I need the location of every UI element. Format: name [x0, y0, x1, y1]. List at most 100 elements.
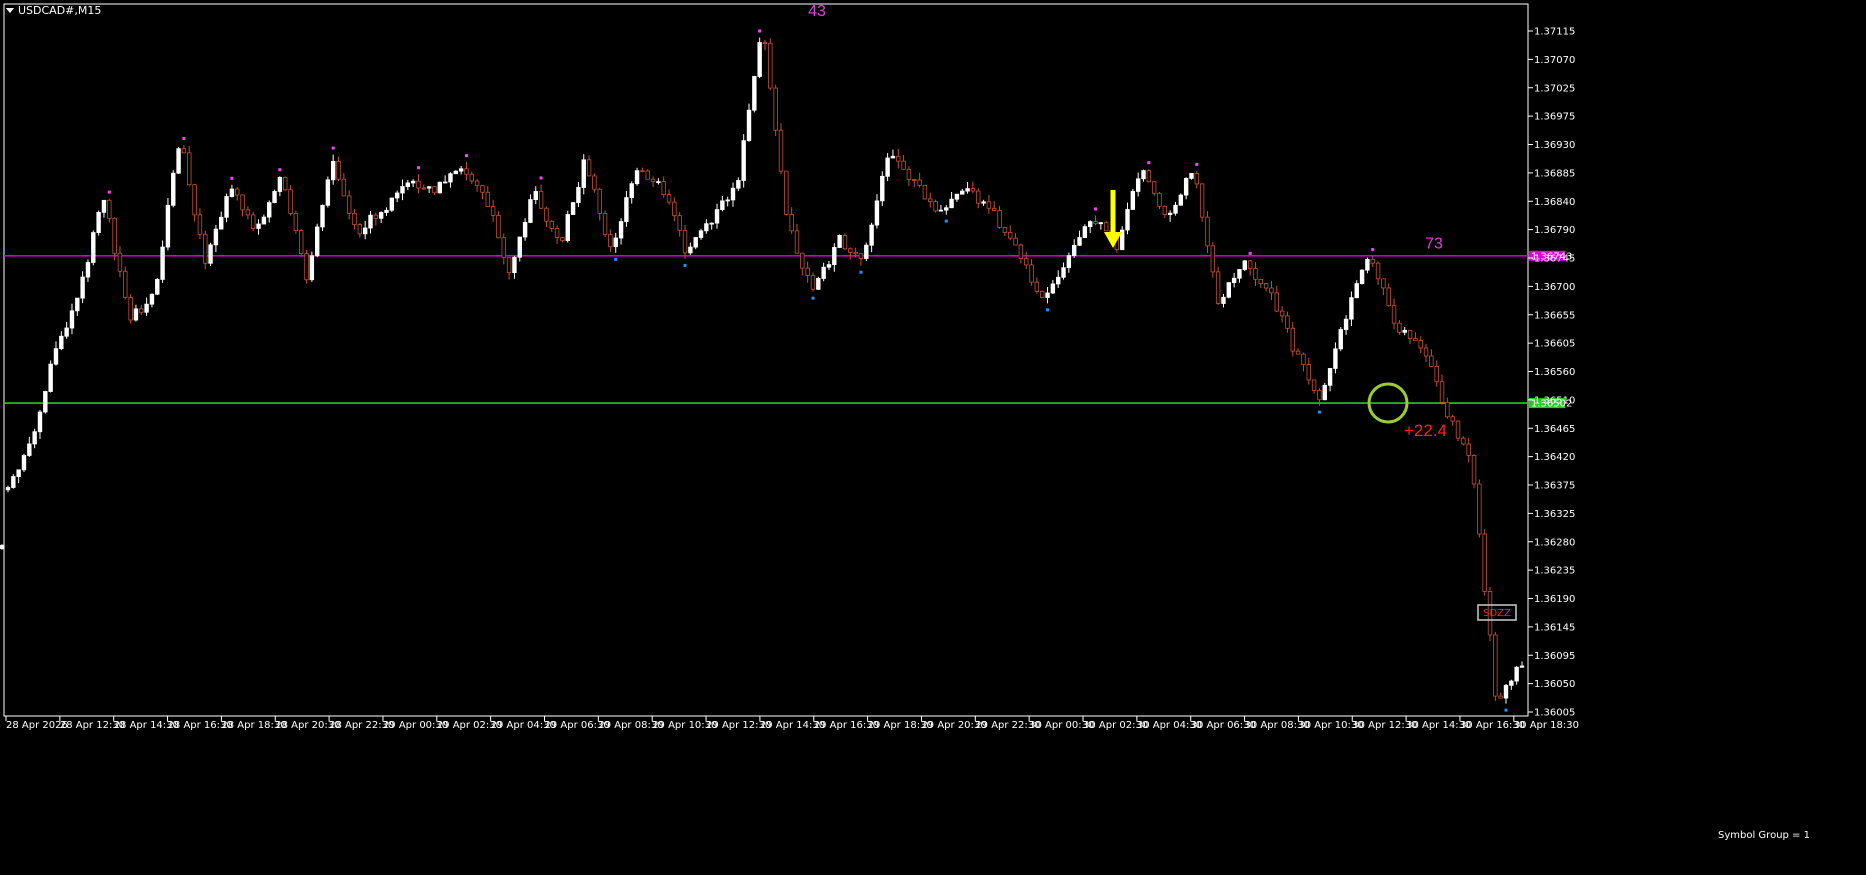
candle [213, 224, 219, 253]
candle-body [458, 168, 464, 172]
candle [917, 172, 922, 188]
candle-body [677, 215, 682, 231]
candle-body [794, 230, 800, 254]
candle-body [512, 256, 517, 273]
candle-body [901, 160, 906, 170]
candle-body [1008, 232, 1013, 239]
price-tick-label: 1.36700 [1534, 282, 1575, 293]
candle-body [848, 248, 853, 253]
candle-body [421, 187, 427, 190]
candle [720, 195, 725, 212]
candle [682, 224, 688, 259]
chart-window[interactable]: 1.36743 1.36502 1.37115 1.37070 1.37025 1.36… [0, 0, 1866, 875]
candle [1370, 256, 1375, 268]
candle-body [1231, 277, 1237, 284]
candle [229, 184, 235, 198]
candle-body [1071, 244, 1077, 256]
candle-body [448, 173, 453, 183]
candle [688, 242, 693, 255]
candle [283, 176, 288, 192]
candle-body [1407, 329, 1413, 339]
candle-body [1061, 267, 1066, 278]
candle [1178, 193, 1184, 206]
candle-body [400, 186, 405, 194]
candle-body [394, 192, 400, 199]
candle [149, 293, 155, 308]
candle [922, 184, 928, 200]
menu-triangle-icon[interactable] [6, 8, 14, 13]
candle-body [1013, 237, 1018, 246]
candle [1215, 266, 1221, 306]
candle [1402, 327, 1407, 336]
candle [1471, 454, 1477, 489]
price-tick-label: 1.36325 [1534, 509, 1575, 520]
candle-body [661, 181, 666, 196]
candle-body [773, 87, 778, 131]
candle [549, 219, 554, 232]
annotations: 43 73 +22.4 SDZZ [808, 3, 1517, 621]
candle-body [560, 237, 565, 242]
candle [602, 210, 608, 238]
horizontal-lines: 1.367431.36502 [4, 250, 1572, 410]
candle [1071, 239, 1077, 258]
candle [656, 178, 661, 185]
candle [1242, 260, 1247, 271]
candle-body [608, 234, 613, 248]
candle [235, 187, 240, 201]
candle [389, 197, 395, 212]
candle [37, 409, 43, 439]
candle [314, 223, 320, 258]
candle-body [805, 267, 810, 276]
candle [960, 188, 965, 195]
candle-body [762, 42, 768, 44]
candle-body [592, 175, 597, 190]
candle-body [565, 214, 570, 242]
candle [1199, 183, 1205, 222]
candle [1359, 269, 1365, 285]
candle-body [1024, 258, 1029, 266]
candle-body [59, 335, 64, 350]
price-tick-label: 1.37115 [1534, 27, 1575, 38]
price-chart[interactable]: 1.367431.36502 1.37115 1.37070 1.37025 1.36… [0, 0, 1866, 875]
candle-body [944, 207, 949, 211]
candle-body [1066, 255, 1072, 269]
candle [336, 156, 341, 182]
candle-body [314, 226, 320, 257]
candle [816, 276, 821, 290]
candle [1349, 291, 1354, 327]
candle-body [1450, 416, 1455, 422]
candle-body [544, 207, 549, 222]
candle-body [709, 222, 714, 225]
candle-body [1125, 209, 1130, 231]
candle-body [5, 487, 11, 491]
candle-body [32, 431, 37, 445]
candle [501, 233, 506, 265]
candle-body [586, 159, 592, 177]
candle-body [235, 188, 240, 196]
candle [629, 181, 634, 204]
candle [1045, 287, 1050, 304]
candle-body [1509, 680, 1514, 686]
candle [1087, 220, 1093, 234]
candle-body [219, 216, 224, 230]
candle-body [1237, 269, 1242, 279]
candle [1183, 177, 1189, 200]
candle-body [405, 182, 411, 187]
price-tick-label: 1.36510 [1534, 395, 1575, 406]
candle [267, 200, 272, 223]
candle-body [645, 170, 650, 180]
candle-body [672, 201, 677, 217]
candle [96, 210, 101, 236]
candle-body [378, 212, 384, 219]
candle [1050, 279, 1056, 295]
candle-body [778, 129, 784, 172]
candle [506, 257, 512, 280]
candle [293, 210, 299, 234]
candle [1258, 278, 1263, 289]
swing-marker [1504, 708, 1508, 712]
candle-body [1173, 204, 1178, 214]
candle [1343, 315, 1349, 335]
candle [624, 190, 629, 227]
candle-body [107, 199, 112, 219]
candle-body [1311, 379, 1317, 391]
